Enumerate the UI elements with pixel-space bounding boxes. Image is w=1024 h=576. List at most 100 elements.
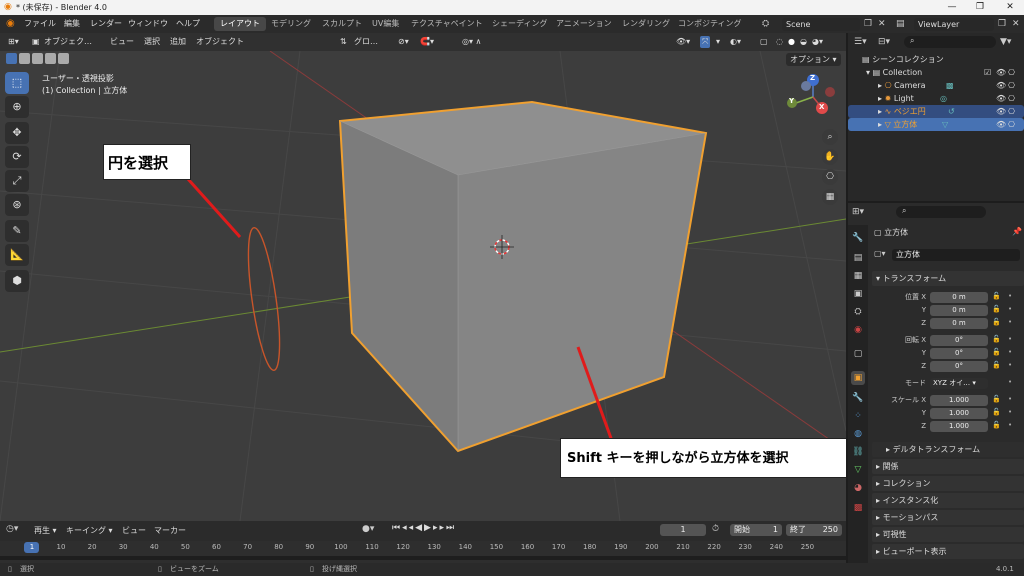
select-new-icon[interactable] xyxy=(6,53,17,64)
select-box-tool-icon[interactable]: ⬚ xyxy=(5,72,29,94)
scale-z-field[interactable]: 1.000 xyxy=(930,421,988,432)
lock-icon[interactable]: 🔓 xyxy=(992,292,1001,300)
tab-shading[interactable]: シェーディング xyxy=(486,17,553,31)
keyframe-dot-icon[interactable]: • xyxy=(1008,348,1012,356)
cursor-tool-icon[interactable]: ⊕ xyxy=(5,96,29,118)
visibility-icon[interactable]: 👁 xyxy=(996,105,1006,118)
view-layer-selector[interactable]: ViewLayer xyxy=(914,18,994,31)
world-tab-icon[interactable]: ◉ xyxy=(851,323,865,337)
rotation-x-field[interactable]: 0° xyxy=(930,335,988,346)
overlay-icon[interactable]: ◐▾ xyxy=(730,36,741,48)
outliner-editor-icon[interactable]: ☰▾ xyxy=(854,37,867,47)
object-type-icon[interactable]: ▢▾ xyxy=(874,249,886,258)
menu-edit[interactable]: 編集 xyxy=(64,15,80,33)
bezier-circle[interactable] xyxy=(242,226,286,372)
delete-view-layer-icon[interactable]: ✕ xyxy=(1012,15,1020,33)
new-scene-icon[interactable]: ❐ xyxy=(864,15,872,33)
playback-controls[interactable]: ⏮◂◂◀▶▸▸⏭ xyxy=(392,523,456,533)
pivot-icon[interactable]: ⊘▾ xyxy=(398,36,409,48)
pin-icon[interactable]: 📌 xyxy=(1012,227,1022,236)
relations-panel[interactable]: ▸ 関係 xyxy=(872,459,1024,474)
menu-object[interactable]: オブジェクト xyxy=(196,36,244,48)
editor-type-icon[interactable]: ⊞▾ xyxy=(8,36,19,48)
material-shading-icon[interactable]: ◒ xyxy=(800,36,807,48)
viewport-display-panel[interactable]: ▸ ビューポート表示 xyxy=(872,544,1024,559)
select-intersect-icon[interactable] xyxy=(58,53,69,64)
properties-editor-icon[interactable]: ⊞▾ xyxy=(852,207,864,217)
view-layer-tab-icon[interactable]: ▣ xyxy=(851,287,865,301)
location-x-field[interactable]: 0 m xyxy=(930,292,988,303)
outliner-item-cube[interactable]: ▸ ▽ 立方体 ▽ 👁 ⎔ xyxy=(848,118,1024,131)
timeline-editor-icon[interactable]: ◷▾ xyxy=(6,524,18,534)
menu-marker[interactable]: マーカー xyxy=(154,525,186,536)
render-icon[interactable]: ⎔ xyxy=(1008,92,1015,105)
select-subtract-icon[interactable] xyxy=(32,53,43,64)
wireframe-shading-icon[interactable]: ◌ xyxy=(776,36,783,48)
object-name-field[interactable]: 立方体 xyxy=(892,249,1020,261)
delete-scene-icon[interactable]: ✕ xyxy=(878,15,886,33)
options-button[interactable]: オプション ▾ xyxy=(786,53,841,66)
expand-arrow-icon[interactable]: ▸ xyxy=(878,81,882,90)
keyframe-dot-icon[interactable]: • xyxy=(1008,395,1012,403)
lock-icon[interactable]: 🔓 xyxy=(992,395,1001,403)
visibility-icon[interactable]: 👁 xyxy=(996,118,1006,131)
outliner-item-light[interactable]: ▸ ✹ Light ◎ 👁 ⎔ xyxy=(848,92,1024,105)
render-tab-icon[interactable]: ▤ xyxy=(851,251,865,265)
collection-checkbox[interactable]: ☑ xyxy=(984,66,991,79)
lock-icon[interactable]: 🔓 xyxy=(992,421,1001,429)
render-icon[interactable]: ⎔ xyxy=(1008,105,1015,118)
menu-timeline-view[interactable]: ビュー xyxy=(122,525,146,536)
properties-search-input[interactable]: ⌕ xyxy=(896,206,986,218)
visibility-icon[interactable]: 👁 xyxy=(996,92,1006,105)
menu-playback[interactable]: 再生 ▾ xyxy=(34,525,57,536)
instancing-panel[interactable]: ▸ インスタンス化 xyxy=(872,493,1024,508)
motion-paths-panel[interactable]: ▸ モーションパス xyxy=(872,510,1024,525)
output-tab-icon[interactable]: ▦ xyxy=(851,269,865,283)
zoom-icon[interactable]: ⌕ xyxy=(822,129,838,145)
select-extend-icon[interactable] xyxy=(19,53,30,64)
lock-icon[interactable]: 🔓 xyxy=(992,335,1001,343)
proportional-edit-icon[interactable]: ◎▾ ∧ xyxy=(462,36,481,48)
collections-panel[interactable]: ▸ コレクション xyxy=(872,476,1024,491)
constraints-tab-icon[interactable]: ⛓ xyxy=(851,445,865,459)
visibility-icon[interactable]: 👁 xyxy=(996,79,1006,92)
tab-layout[interactable]: レイアウト xyxy=(214,17,266,31)
camera-view-icon[interactable]: ⎔ xyxy=(822,169,838,185)
tool-tab-icon[interactable]: 🔧 xyxy=(851,231,865,245)
lock-icon[interactable]: 🔓 xyxy=(992,408,1001,416)
modifier-tab-icon[interactable]: 🔧 xyxy=(851,391,865,405)
close-button[interactable]: ✕ xyxy=(996,0,1024,15)
blender-menu-icon[interactable]: ◉ xyxy=(6,15,15,33)
rotation-mode-select[interactable]: XYZ オイ… ▾ xyxy=(930,378,988,389)
collection-tab-icon[interactable]: ▢ xyxy=(851,347,865,361)
gizmo-dropdown-icon[interactable]: ▾ xyxy=(716,36,720,48)
maximize-button[interactable]: ❐ xyxy=(966,0,994,15)
frame-ruler[interactable]: 1 10 20 30 40 50 60 70 80 90 100 110 120 130 140 150 160… xyxy=(0,541,846,565)
texture-tab-icon[interactable]: ▩ xyxy=(851,501,865,515)
location-z-field[interactable]: 0 m xyxy=(930,318,988,329)
keyframe-dot-icon[interactable]: • xyxy=(1008,378,1012,386)
transform-orientation-selector[interactable]: グロ… xyxy=(354,36,378,48)
menu-window[interactable]: ウィンドウ xyxy=(128,15,168,33)
expand-arrow-icon[interactable]: ▾ xyxy=(866,68,870,77)
scale-tool-icon[interactable]: ⤢ xyxy=(5,170,29,192)
lock-icon[interactable]: 🔓 xyxy=(992,305,1001,313)
render-icon[interactable]: ⎔ xyxy=(1008,118,1015,131)
select-invert-icon[interactable] xyxy=(45,53,56,64)
end-frame-field[interactable]: 終了 250 xyxy=(786,524,842,536)
filter-icon[interactable]: ▼▾ xyxy=(1000,37,1011,47)
rotation-y-field[interactable]: 0° xyxy=(930,348,988,359)
visibility-icon[interactable]: 👁▾ xyxy=(676,36,690,48)
keyframe-dot-icon[interactable]: • xyxy=(1008,305,1012,313)
perspective-grid-icon[interactable]: ▦ xyxy=(822,189,838,205)
scene-selector[interactable]: Scene xyxy=(782,18,860,31)
menu-keying[interactable]: キーイング ▾ xyxy=(66,525,113,536)
keyframe-dot-icon[interactable]: • xyxy=(1008,421,1012,429)
lock-icon[interactable]: 🔓 xyxy=(992,361,1001,369)
tab-sculpt[interactable]: スカルプト xyxy=(316,17,368,31)
rendered-shading-icon[interactable]: ◕▾ xyxy=(812,36,823,48)
transform-panel-header[interactable]: ▾ トランスフォーム xyxy=(872,271,1024,286)
lock-icon[interactable]: 🔓 xyxy=(992,348,1001,356)
outliner-item-bezier-circle[interactable]: ▸ ∿ ベジエ円 ↺ 👁 ⎔ xyxy=(848,105,1024,118)
render-icon[interactable]: ⎔ xyxy=(1008,79,1015,92)
